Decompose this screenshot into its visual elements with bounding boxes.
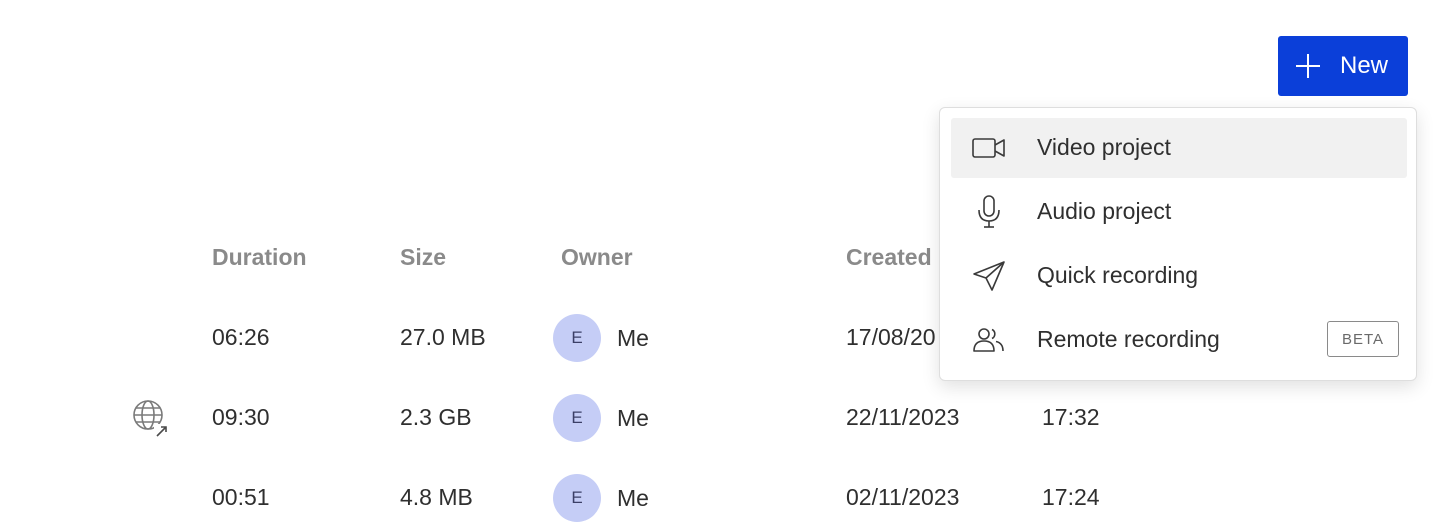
size-cell: 2.3 GB xyxy=(400,404,472,430)
beta-badge: BETA xyxy=(1327,321,1399,357)
table-row[interactable]: 09:30 2.3 GB E Me 22/11/2023 17:32 xyxy=(0,388,1452,448)
owner-cell: E Me xyxy=(553,314,649,362)
menu-item-label: Video project xyxy=(1037,134,1171,160)
owner-cell: E Me xyxy=(553,474,649,522)
microphone-icon xyxy=(969,195,1009,228)
menu-item-quick-recording[interactable]: Quick recording xyxy=(951,246,1407,306)
table-row[interactable]: 00:51 4.8 MB E Me 02/11/2023 17:24 xyxy=(0,468,1452,528)
duration-cell: 06:26 xyxy=(212,324,270,350)
new-button-label: New xyxy=(1340,52,1389,79)
new-dropdown-menu: Video project Audio project Quick record… xyxy=(939,107,1417,381)
menu-item-label: Quick recording xyxy=(1037,262,1199,288)
created-date-cell: 02/11/2023 xyxy=(846,484,960,510)
menu-item-video-project[interactable]: Video project xyxy=(951,118,1407,178)
video-camera-icon xyxy=(969,132,1009,164)
menu-item-audio-project[interactable]: Audio project xyxy=(951,182,1407,242)
column-header-created[interactable]: Created xyxy=(846,244,932,271)
plus-icon xyxy=(1294,52,1322,80)
created-date-cell: 17/08/20 xyxy=(846,324,936,350)
users-icon xyxy=(969,324,1009,356)
duration-cell: 09:30 xyxy=(212,404,270,430)
menu-item-label: Audio project xyxy=(1037,198,1172,224)
menu-item-label: Remote recording xyxy=(1037,326,1220,352)
duration-cell: 00:51 xyxy=(212,484,270,510)
owner-name: Me xyxy=(617,404,649,431)
avatar: E xyxy=(553,314,601,362)
size-cell: 4.8 MB xyxy=(400,484,473,510)
created-time-cell: 17:32 xyxy=(1042,404,1100,430)
created-time-cell: 17:24 xyxy=(1042,484,1100,510)
column-header-size[interactable]: Size xyxy=(400,244,446,271)
avatar: E xyxy=(553,474,601,522)
size-cell: 27.0 MB xyxy=(400,324,486,350)
avatar: E xyxy=(553,394,601,442)
created-date-cell: 22/11/2023 xyxy=(846,404,960,430)
owner-name: Me xyxy=(617,324,649,351)
new-button[interactable]: New xyxy=(1278,36,1408,96)
owner-cell: E Me xyxy=(553,394,649,442)
owner-name: Me xyxy=(617,484,649,511)
column-header-duration[interactable]: Duration xyxy=(212,244,307,271)
send-icon xyxy=(969,260,1009,292)
menu-item-remote-recording[interactable]: Remote recording BETA xyxy=(951,310,1407,370)
column-header-owner[interactable]: Owner xyxy=(561,244,633,271)
globe-share-icon[interactable] xyxy=(130,398,170,438)
